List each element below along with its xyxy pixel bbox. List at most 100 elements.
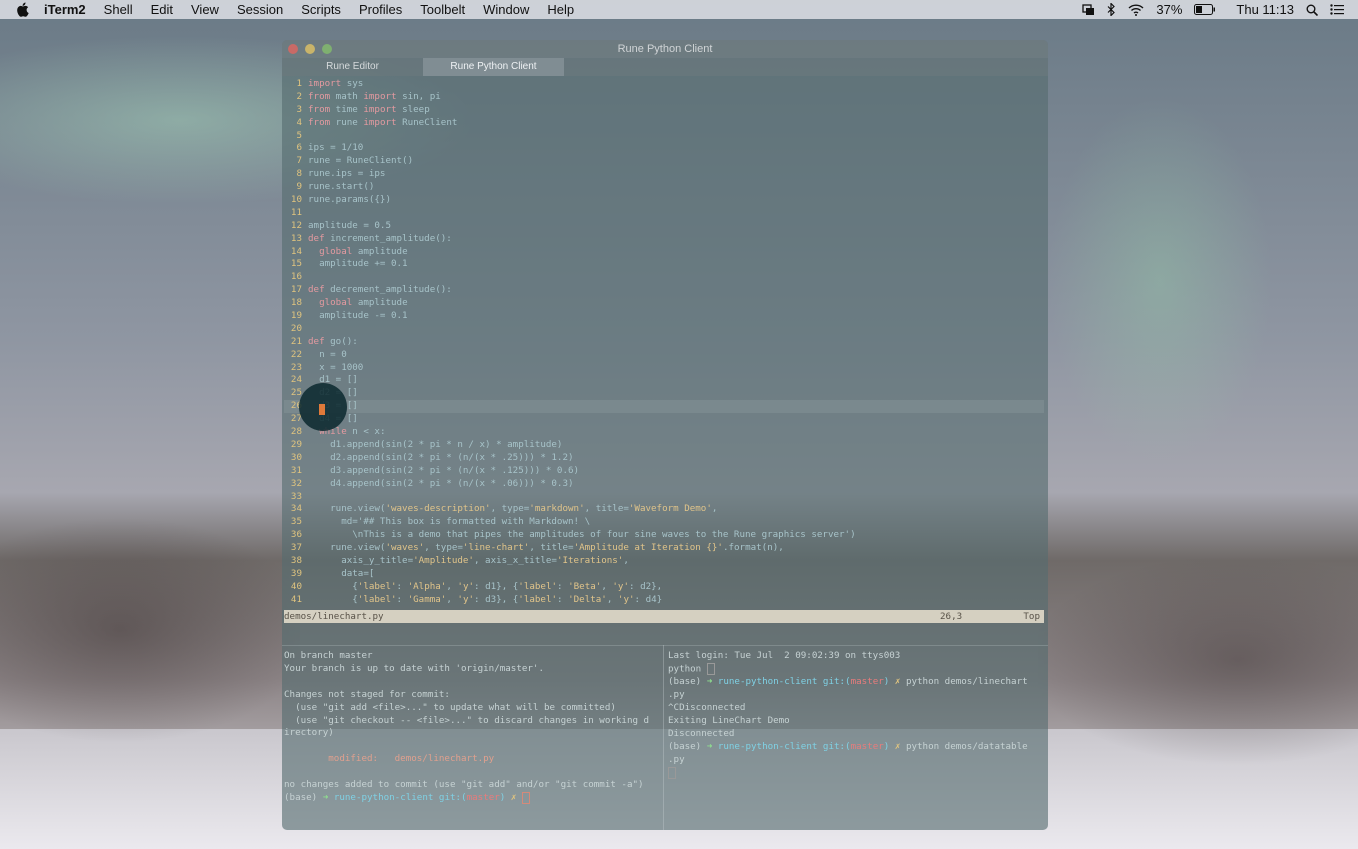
- window-titlebar[interactable]: Rune Python Client: [282, 40, 1048, 58]
- notification-center-icon[interactable]: [1330, 4, 1344, 15]
- terminal-line: On branch master: [284, 650, 373, 661]
- menu-shell[interactable]: Shell: [104, 2, 133, 17]
- code-line[interactable]: 28 while n < x:: [284, 426, 1044, 439]
- vim-block-cursor: [319, 404, 325, 415]
- menu-view[interactable]: View: [191, 2, 219, 17]
- code-line[interactable]: 32 d4.append(sin(2 * pi * (n/(x * .06)))…: [284, 478, 1044, 491]
- line-number: 9: [296, 181, 302, 193]
- menu-window[interactable]: Window: [483, 2, 529, 17]
- spotlight-search-icon[interactable]: [1306, 4, 1318, 16]
- shell-prompt: (base) ➜ rune-python-client git:(master)…: [284, 791, 530, 804]
- code-text: from rune import RuneClient: [308, 116, 458, 128]
- code-line[interactable]: 21 def go():: [284, 336, 1044, 349]
- code-line[interactable]: 39 data=[: [284, 568, 1044, 581]
- code-line[interactable]: 37 rune.view('waves', type='line-chart',…: [284, 542, 1044, 555]
- tab-rune-python-client[interactable]: Rune Python Client: [423, 58, 564, 76]
- code-line[interactable]: 17 def decrement_amplitude():: [284, 284, 1044, 297]
- menu-toolbelt[interactable]: Toolbelt: [420, 2, 465, 17]
- menu-bar: iTerm2 Shell Edit View Session Scripts P…: [0, 0, 1358, 19]
- code-line[interactable]: 33: [284, 491, 1044, 504]
- line-number: 29: [290, 438, 302, 450]
- code-line[interactable]: 24 d1 = []: [284, 374, 1044, 387]
- code-line[interactable]: 12 amplitude = 0.5: [284, 220, 1044, 233]
- code-text: {'label': 'Alpha', 'y': d1}, {'label': '…: [308, 580, 663, 592]
- code-line[interactable]: 15 amplitude += 0.1: [284, 258, 1044, 271]
- terminal-line: (use "git checkout -- <file>..." to disc…: [284, 714, 650, 726]
- menu-session[interactable]: Session: [237, 2, 283, 17]
- code-line[interactable]: 8 rune.ips = ips: [284, 168, 1044, 181]
- terminal-line: .py: [668, 689, 685, 701]
- line-number: 6: [296, 142, 302, 154]
- code-line[interactable]: 7 rune = RuneClient(): [284, 155, 1044, 168]
- terminal-line: Your branch is up to date with 'origin/m…: [284, 662, 544, 674]
- code-line[interactable]: 26 d3 = []: [284, 400, 1044, 414]
- code-line[interactable]: 31 d3.append(sin(2 * pi * (n/(x * .125))…: [284, 465, 1044, 478]
- bluetooth-icon[interactable]: [1107, 3, 1116, 16]
- desktop-trees: [0, 480, 300, 780]
- line-number: 34: [290, 503, 302, 515]
- code-line[interactable]: 16: [284, 271, 1044, 284]
- close-button[interactable]: [288, 44, 298, 54]
- code-line[interactable]: 30 d2.append(sin(2 * pi * (n/(x * .25)))…: [284, 452, 1044, 465]
- code-line[interactable]: 29 d1.append(sin(2 * pi * n / x) * ampli…: [284, 439, 1044, 452]
- code-line[interactable]: 27 d4 = []: [284, 413, 1044, 426]
- tab-bar: Rune Editor Rune Python Client: [282, 58, 1048, 76]
- screen-mirror-icon[interactable]: [1082, 3, 1095, 16]
- modified-file-line: modified: demos/linechart.py: [284, 753, 495, 765]
- line-number: 5: [296, 129, 302, 141]
- battery-icon[interactable]: [1194, 4, 1216, 15]
- line-number: 20: [290, 322, 302, 334]
- line-number: 8: [296, 168, 302, 180]
- code-line[interactable]: 41 {'label': 'Gamma', 'y': d3}, {'label'…: [284, 594, 1044, 607]
- line-number: 36: [290, 529, 302, 541]
- line-number: 18: [290, 297, 302, 309]
- code-line[interactable]: 6 ips = 1/10: [284, 142, 1044, 155]
- vim-editor[interactable]: 1 import sys 2 from math import sin, pi 3 fro…: [284, 78, 1044, 612]
- terminal-line: Disconnected: [668, 727, 735, 739]
- pane-divider-vertical[interactable]: [663, 645, 664, 830]
- menu-clock[interactable]: Thu 11:13: [1236, 2, 1294, 17]
- code-line[interactable]: 5: [284, 130, 1044, 143]
- iterm-window: Rune Python Client Rune Editor Rune Pyth…: [282, 40, 1048, 830]
- terminal-pane-python[interactable]: Last login: Tue Jul 2 09:02:39 on ttys00…: [668, 650, 1044, 830]
- code-line[interactable]: 13 def increment_amplitude():: [284, 233, 1044, 246]
- code-line[interactable]: 35 md='## This box is formatted with Mar…: [284, 516, 1044, 529]
- code-line[interactable]: 14 global amplitude: [284, 246, 1044, 259]
- tab-rune-editor[interactable]: Rune Editor: [282, 58, 423, 76]
- terminal-line: python: [668, 663, 707, 675]
- code-text: n = 0: [308, 348, 347, 360]
- menu-profiles[interactable]: Profiles: [359, 2, 402, 17]
- code-line[interactable]: 3 from time import sleep: [284, 104, 1044, 117]
- line-number: 41: [290, 593, 302, 605]
- code-line[interactable]: 38 axis_y_title='Amplitude', axis_x_titl…: [284, 555, 1044, 568]
- menu-scripts[interactable]: Scripts: [301, 2, 341, 17]
- code-line[interactable]: 2 from math import sin, pi: [284, 91, 1044, 104]
- terminal-line: no changes added to commit (use "git add…: [284, 779, 644, 791]
- status-scroll: Top: [1023, 611, 1040, 622]
- menu-edit[interactable]: Edit: [151, 2, 173, 17]
- line-number: 40: [290, 580, 302, 592]
- code-line[interactable]: 34 rune.view('waves-description', type='…: [284, 503, 1044, 516]
- code-line[interactable]: 36 \nThis is a demo that pipes the ampli…: [284, 529, 1044, 542]
- menu-help[interactable]: Help: [547, 2, 574, 17]
- battery-percent: 37%: [1156, 2, 1183, 17]
- code-line[interactable]: 22 n = 0: [284, 349, 1044, 362]
- wifi-icon[interactable]: [1128, 3, 1144, 16]
- apple-icon[interactable]: [16, 2, 30, 17]
- code-line[interactable]: 20: [284, 323, 1044, 336]
- code-line[interactable]: 19 amplitude -= 0.1: [284, 310, 1044, 323]
- code-line[interactable]: 9 rune.start(): [284, 181, 1044, 194]
- code-line[interactable]: 4 from rune import RuneClient: [284, 117, 1044, 130]
- code-line[interactable]: 10 rune.params({}): [284, 194, 1044, 207]
- code-line[interactable]: 1 import sys: [284, 78, 1044, 91]
- code-line[interactable]: 25 d2 = []: [284, 387, 1044, 400]
- minimize-button[interactable]: [305, 44, 315, 54]
- zoom-button[interactable]: [322, 44, 332, 54]
- code-line[interactable]: 11: [284, 207, 1044, 220]
- code-line[interactable]: 40 {'label': 'Alpha', 'y': d1}, {'label'…: [284, 581, 1044, 594]
- code-line[interactable]: 23 x = 1000: [284, 362, 1044, 375]
- line-number: 23: [290, 361, 302, 373]
- terminal-pane-git[interactable]: On branch master Your branch is up to da…: [284, 650, 662, 830]
- code-line[interactable]: 18 global amplitude: [284, 297, 1044, 310]
- menu-app-name[interactable]: iTerm2: [44, 2, 86, 17]
